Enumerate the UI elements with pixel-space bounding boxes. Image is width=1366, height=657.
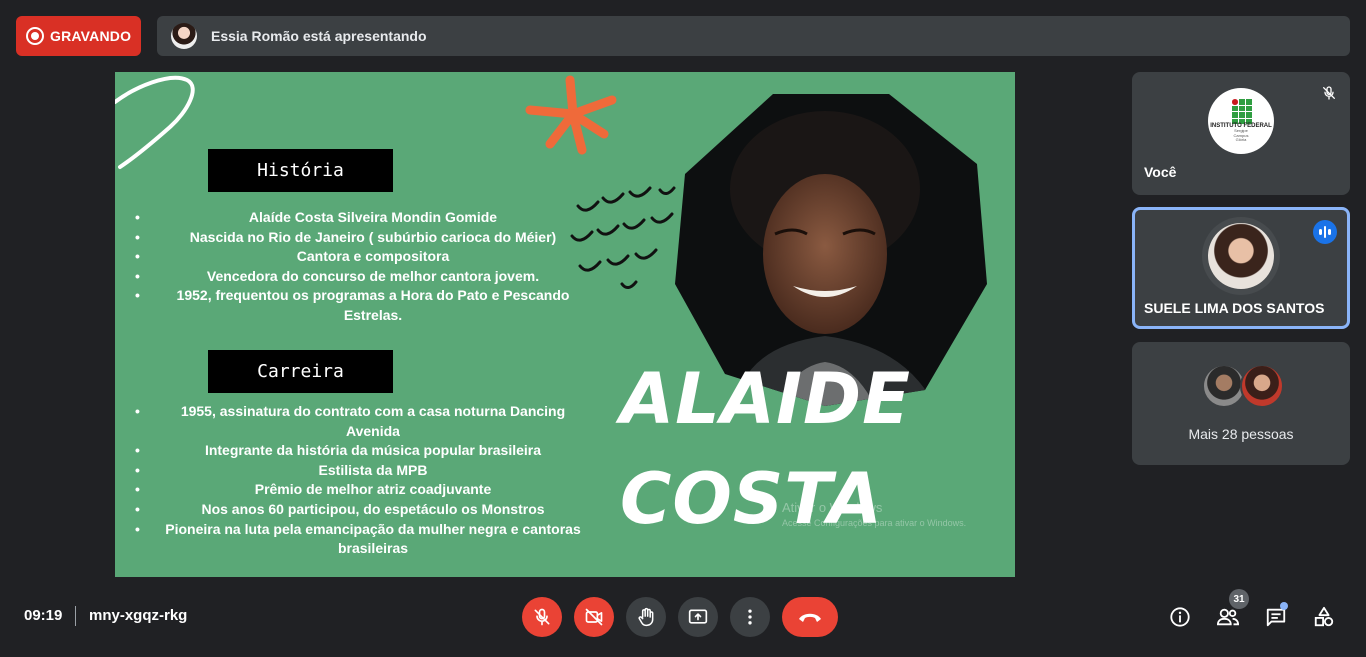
speaking-icon	[1313, 220, 1337, 244]
unread-indicator	[1280, 602, 1288, 610]
star-decoration	[525, 75, 617, 155]
activities-icon[interactable]	[1311, 604, 1337, 630]
list-item: Nascida no Rio de Janeiro ( subúrbio car…	[135, 228, 593, 248]
participant-name: SUELE LIMA DOS SANTOS	[1144, 300, 1325, 316]
camera-off-icon	[585, 608, 603, 626]
if-logo-mark	[1232, 99, 1252, 125]
list-item: Pioneira na luta pela emancipação da mul…	[135, 520, 593, 559]
more-icon	[748, 609, 752, 625]
list-item: Estilista da MPB	[135, 461, 593, 481]
participant-tile-others[interactable]: Mais 28 pessoas	[1132, 342, 1350, 465]
list-item: Prêmio de melhor atriz coadjuvante	[135, 480, 593, 500]
record-icon	[26, 27, 44, 45]
clock: 09:19	[24, 607, 63, 624]
meeting-info-icon[interactable]	[1167, 604, 1193, 630]
logo-subtitle: Glória	[1235, 137, 1247, 143]
avatar	[1240, 364, 1284, 408]
mic-off-icon	[1318, 82, 1340, 104]
list-item: Vencedora do concurso de melhor cantora …	[135, 267, 593, 287]
raise-hand-button[interactable]	[626, 597, 666, 637]
list-item: Integrante da história da música popular…	[135, 441, 593, 461]
windows-activation-hint: Acesse Configurações para ativar o Windo…	[782, 518, 967, 528]
list-item: Nos anos 60 participou, do espetáculo os…	[135, 500, 593, 520]
present-screen-button[interactable]	[678, 597, 718, 637]
carreira-bullet-list: 1955, assinatura do contrato com a casa …	[135, 402, 593, 559]
mic-off-icon	[534, 608, 550, 626]
decorative-loop	[115, 75, 195, 169]
recording-badge[interactable]: GRAVANDO	[16, 16, 141, 56]
windows-activation-watermark: Ativar o Windows	[782, 500, 883, 515]
more-participants-label: Mais 28 pessoas	[1188, 426, 1294, 442]
participant-tile-suele[interactable]: SUELE LIMA DOS SANTOS	[1132, 207, 1350, 329]
present-icon	[688, 609, 708, 624]
section-title-historia: História	[208, 149, 393, 192]
others-avatar-group	[1202, 364, 1286, 408]
singer-name-line1: ALAIDE	[620, 358, 911, 440]
participant-count-badge: 31	[1229, 589, 1249, 609]
recording-label: GRAVANDO	[50, 28, 132, 44]
avatar	[1208, 223, 1274, 289]
divider	[75, 606, 76, 626]
list-item: Alaíde Costa Silveira Mondin Gomide	[135, 208, 593, 228]
camera-toggle-button[interactable]	[574, 597, 614, 637]
participant-name: Você	[1144, 164, 1177, 180]
more-options-button[interactable]	[730, 597, 770, 637]
list-item: 1952, frequentou os programas a Hora do …	[135, 286, 593, 325]
meeting-code: mny-xgqz-rkg	[89, 607, 188, 624]
list-item: 1955, assinatura do contrato com a casa …	[135, 402, 593, 441]
section-title-carreira: Carreira	[208, 350, 393, 393]
institute-logo: INSTITUTO FEDERAL Sergipe Campus Glória	[1208, 88, 1274, 154]
presenter-avatar	[171, 23, 197, 49]
mic-toggle-button[interactable]	[522, 597, 562, 637]
historia-bullet-list: Alaíde Costa Silveira Mondin Gomide Nasc…	[135, 208, 593, 326]
list-item: Cantora e compositora	[135, 247, 593, 267]
participant-tile-self[interactable]: INSTITUTO FEDERAL Sergipe Campus Glória …	[1132, 72, 1350, 195]
end-call-icon	[799, 613, 821, 622]
end-call-button[interactable]	[782, 597, 838, 637]
presenter-text: Essia Romão está apresentando	[211, 28, 427, 44]
presentation-slide: História Alaíde Costa Silveira Mondin Go…	[115, 72, 1015, 577]
presenter-bar: Essia Romão está apresentando	[157, 16, 1350, 56]
raise-hand-icon	[638, 607, 654, 627]
